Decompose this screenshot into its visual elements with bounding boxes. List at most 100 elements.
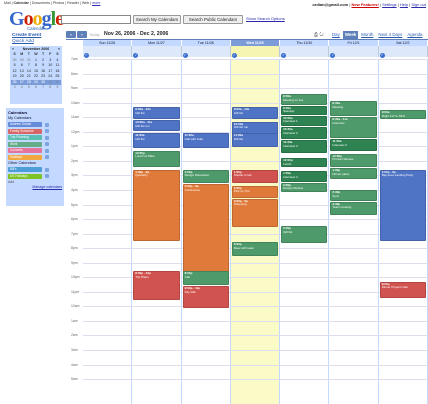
calendar-event[interactable]: 11:00a Call with Julie — [182, 133, 229, 149]
calendar-chip[interactable]: US Holidays — [8, 173, 42, 179]
calendar-event[interactable]: 1:00p Interview 4 — [281, 171, 328, 182]
calendar-event[interactable]: 9:00a - 10a Gift list — [231, 107, 279, 120]
search-public-calendars-button[interactable]: Search Public Calendars — [183, 15, 243, 24]
pin-icon[interactable]: ✓ — [133, 53, 139, 58]
calendar-chip[interactable]: Concerts — [8, 148, 42, 154]
calendar-event[interactable]: 1:00p - 6p Bay Area Landing Party — [379, 169, 426, 242]
calendar-chip[interactable]: Work — [8, 141, 42, 147]
calendar-settings-icon[interactable] — [45, 142, 49, 147]
view-tab-month[interactable]: Month — [359, 31, 375, 39]
calendar-event[interactable]: 11:00a Interview 2 — [330, 139, 377, 152]
mini-day[interactable]: 7 — [40, 85, 47, 91]
calendar-event[interactable]: 3:00p - 5p Shopping — [231, 198, 279, 227]
calendar-event[interactable]: 8:00a Meeting w/ Joe — [281, 93, 328, 105]
view-tab-week[interactable]: Week — [342, 31, 359, 39]
view-tab-day[interactable]: Day — [330, 31, 342, 39]
mini-day[interactable]: 3 — [11, 85, 18, 91]
calendar-event[interactable]: 5:00p Gift list — [281, 226, 328, 243]
pin-icon[interactable]: ✓ — [84, 53, 89, 58]
topnav-item-mail[interactable]: Mail — [4, 1, 11, 5]
calendar-event[interactable]: 2:00p Pick up Tim — [231, 185, 279, 198]
calendar-event[interactable]: 3:30p Team meeting — [330, 201, 377, 216]
calendar-event[interactable]: 9:00p Dinner Project Cafe — [379, 281, 426, 299]
calendar-event[interactable]: 1:00p Design Discussion — [182, 169, 229, 184]
manage-calendars-link[interactable]: Manage calendars — [8, 185, 62, 189]
other-calendar-item[interactable]: Bill's — [8, 167, 62, 173]
pin-icon[interactable]: ✓ — [330, 53, 336, 58]
my-calendar-item[interactable]: Family Schedule — [8, 128, 62, 135]
calendar-event[interactable]: 8:00p Call — [182, 271, 229, 285]
calendar-settings-icon[interactable] — [45, 129, 49, 134]
other-calendar-item[interactable]: US Holidays — [8, 173, 62, 180]
today-button[interactable]: Today — [89, 32, 100, 37]
print-icon[interactable]: ⎙ ↻ — [314, 32, 324, 38]
calendar-chip[interactable]: Trip Planning — [8, 135, 42, 141]
sign-out-link[interactable]: Sign out — [411, 2, 426, 7]
my-calendar-item[interactable]: Andrew Ordian — [8, 122, 62, 128]
pin-icon[interactable]: ✓ — [281, 53, 287, 58]
calendar-event[interactable]: 11:00a Gift list — [231, 133, 279, 147]
calendar-event[interactable]: 12:00p Lunch w/ Mike — [133, 150, 180, 168]
settings-link[interactable]: Settings — [382, 2, 396, 7]
help-link[interactable]: Help — [400, 2, 408, 7]
calendar-settings-icon[interactable] — [45, 155, 49, 160]
calendar-event[interactable]: 11:30a Interview 3 — [281, 140, 328, 153]
topnav-item-more[interactable]: more — [92, 1, 100, 5]
calendar-event[interactable]: 1:00p Dinner plans — [330, 168, 377, 179]
my-calendar-item[interactable]: Trip Planning — [8, 135, 62, 141]
topnav-item-web[interactable]: Web — [82, 1, 89, 5]
my-calendar-item[interactable]: Work — [8, 141, 62, 148]
mini-day[interactable]: 4 — [18, 85, 25, 91]
pin-icon[interactable]: ✓ — [231, 53, 237, 58]
calendar-event[interactable]: 9:00a - 10a Gift list — [133, 107, 180, 120]
day-column[interactable] — [83, 59, 133, 404]
all-day-cell[interactable] — [280, 46, 330, 57]
calendar-chip[interactable]: Bill's — [8, 167, 42, 173]
calendar-event[interactable]: 10:00a Interview 1 — [281, 115, 328, 127]
mini-day[interactable]: 5 — [25, 85, 32, 91]
search-my-calendars-button[interactable]: Search My Calendars — [133, 15, 181, 24]
calendar-event[interactable]: 1:00p Shuttle to lab — [231, 169, 279, 184]
calendar-event[interactable]: 2:00p - 9p Conference — [182, 184, 229, 283]
mini-day[interactable]: 6 — [32, 85, 39, 91]
topnav-item-calendar[interactable]: Calendar — [14, 1, 29, 5]
all-day-cell[interactable] — [132, 46, 182, 57]
topnav-item-reader[interactable]: Reader — [67, 1, 79, 5]
all-day-cell[interactable] — [329, 46, 379, 57]
my-calendar-item[interactable]: Holidays — [8, 154, 62, 161]
calendar-event[interactable]: 6:00p Meet with team — [231, 242, 279, 256]
calendar-chip[interactable]: Andrew Ordian — [8, 122, 42, 128]
view-tab-next-4-days[interactable]: Next 4 Days — [376, 31, 404, 39]
search-input[interactable] — [61, 15, 131, 24]
calendar-event[interactable]: 2:00p Design Review — [281, 182, 328, 192]
all-day-cell[interactable] — [83, 46, 133, 57]
topnav-item-photos[interactable]: Photos — [53, 1, 64, 5]
new-features-link[interactable]: New Features! — [351, 2, 378, 7]
calendar-settings-icon[interactable] — [45, 174, 49, 179]
calendar-event[interactable]: 2:30p Sync — [330, 189, 377, 201]
calendar-event[interactable]: 11:00a Gift list — [133, 133, 180, 149]
calendar-event[interactable]: 10:00a - 11a Gift list run — [133, 120, 180, 131]
calendar-chip[interactable]: Family Schedule — [8, 128, 42, 134]
calendar-settings-icon[interactable] — [45, 122, 49, 127]
calendar-event[interactable]: 9:00a Standup — [281, 105, 328, 115]
calendar-event[interactable]: 1:00p - 6p Quarterly — [133, 169, 180, 242]
next-week-button[interactable]: » — [77, 31, 87, 38]
my-calendar-item[interactable]: Concerts — [8, 148, 62, 154]
calendar-event[interactable]: 9:00a Flight 117 to SFO — [379, 109, 426, 120]
add-calendar-link[interactable]: Add — [8, 180, 62, 184]
create-event-link[interactable]: Create Event — [12, 33, 41, 38]
pin-icon[interactable]: ✓ — [379, 53, 385, 58]
show-search-options-link[interactable]: Show Search Options — [246, 16, 285, 21]
calendar-settings-icon[interactable] — [45, 135, 49, 140]
mini-day[interactable]: 9 — [54, 85, 61, 91]
pin-icon[interactable]: ✓ — [182, 53, 188, 58]
topnav-item-documents[interactable]: Documents — [32, 1, 50, 5]
all-day-cell[interactable] — [378, 46, 428, 57]
calendar-event[interactable]: 8:30a Meeting — [330, 101, 377, 117]
calendar-chip[interactable]: Holidays — [8, 154, 42, 160]
mini-day[interactable]: 8 — [47, 85, 54, 91]
calendar-event[interactable]: 9:30a - 11a Interview — [330, 117, 377, 138]
calendar-event[interactable]: 8:00p - 10p Trip Plans — [133, 271, 180, 300]
mini-week-row[interactable]: 3456789 — [11, 85, 61, 91]
